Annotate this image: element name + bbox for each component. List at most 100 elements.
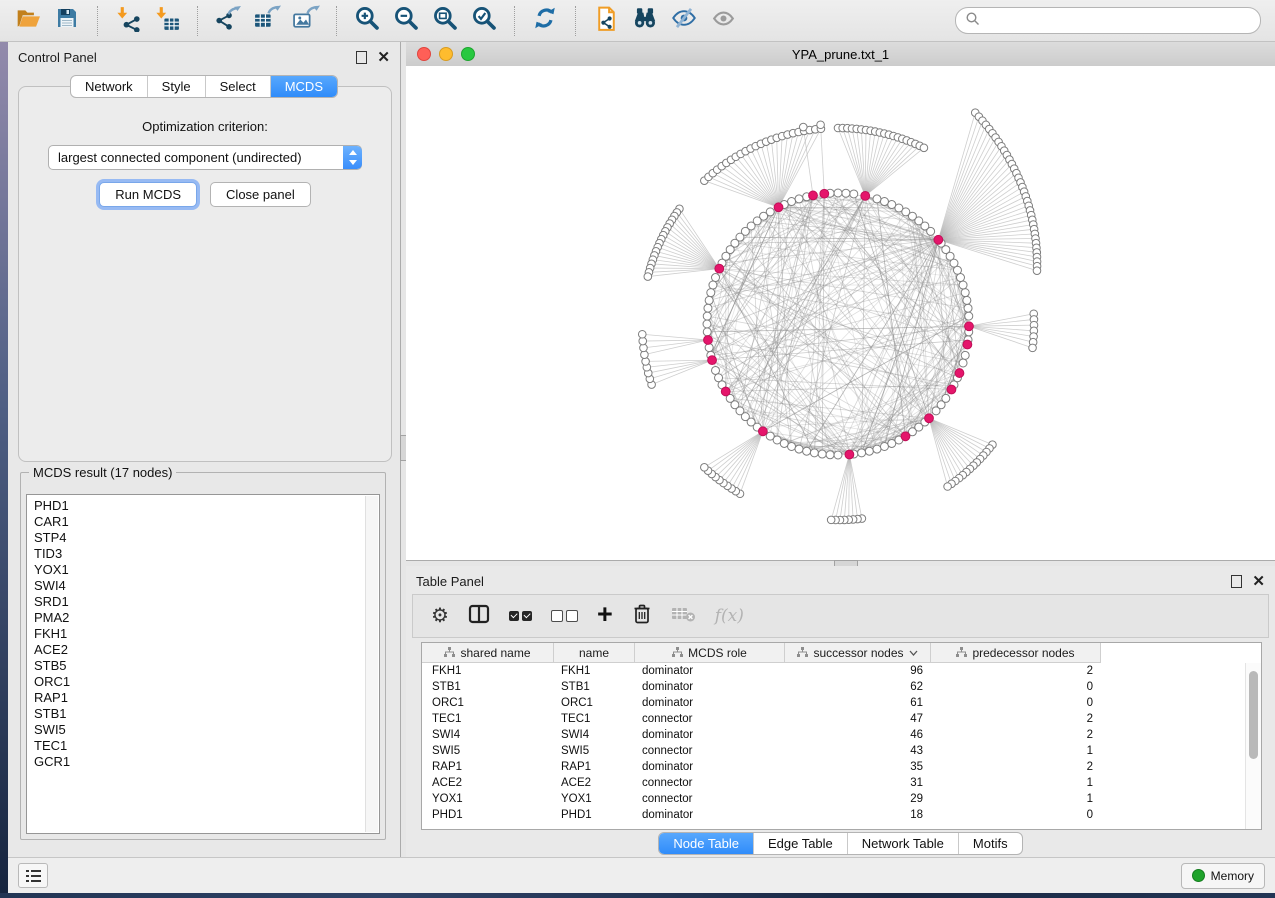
network-node[interactable] (826, 451, 834, 459)
tab-select[interactable]: Select (205, 76, 270, 97)
network-node[interactable] (873, 195, 881, 203)
mcds-node[interactable] (934, 235, 943, 244)
network-node[interactable] (942, 394, 950, 402)
network-node[interactable] (965, 312, 973, 320)
network-node[interactable] (880, 198, 888, 206)
table-row[interactable]: PHD1PHD1dominator180 (422, 807, 1261, 823)
network-node[interactable] (834, 451, 842, 459)
mcds-result-item[interactable]: STB5 (34, 658, 379, 674)
network-node[interactable] (795, 195, 803, 203)
save-session-button[interactable] (49, 4, 85, 38)
mcds-node[interactable] (925, 414, 934, 423)
delete-column-button[interactable] (632, 602, 652, 630)
network-node[interactable] (817, 121, 825, 129)
network-node[interactable] (873, 445, 881, 453)
mcds-result-item[interactable]: ACE2 (34, 642, 379, 658)
mcds-result-item[interactable]: STB1 (34, 706, 379, 722)
mcds-result-item[interactable]: SWI4 (34, 578, 379, 594)
mcds-result-item[interactable]: PMA2 (34, 610, 379, 626)
tab-network-table[interactable]: Network Table (847, 833, 958, 854)
mcds-result-item[interactable]: GCR1 (34, 754, 379, 770)
table-row[interactable]: SWI4SWI4dominator462 (422, 727, 1261, 743)
network-node[interactable] (709, 281, 717, 289)
mcds-node[interactable] (965, 322, 974, 331)
network-node[interactable] (964, 304, 972, 312)
network-node[interactable] (956, 274, 964, 282)
network-node[interactable] (880, 442, 888, 450)
table-settings-button[interactable]: ⚙ (431, 606, 449, 626)
table-scrollbar-thumb[interactable] (1249, 671, 1258, 759)
network-node[interactable] (961, 351, 969, 359)
network-node[interactable] (1033, 267, 1041, 275)
refresh-view-button[interactable] (527, 4, 563, 38)
mcds-result-item[interactable]: CAR1 (34, 514, 379, 530)
network-node[interactable] (888, 201, 896, 209)
network-node[interactable] (712, 274, 720, 282)
task-history-button[interactable] (18, 863, 48, 888)
mcds-result-item[interactable]: SWI5 (34, 722, 379, 738)
mcds-node[interactable] (820, 189, 829, 198)
mcds-result-item[interactable]: SRD1 (34, 594, 379, 610)
network-node[interactable] (959, 281, 967, 289)
clone-network-button[interactable] (588, 4, 624, 38)
mcds-result-item[interactable]: TEC1 (34, 738, 379, 754)
network-node[interactable] (827, 516, 835, 524)
mcds-node[interactable] (708, 356, 717, 365)
mcds-node[interactable] (721, 387, 730, 396)
zoom-in-button[interactable] (349, 4, 385, 38)
column-header-MCDS-role[interactable]: MCDS role (635, 643, 785, 663)
table-row[interactable]: YOX1YOX1connector291 (422, 791, 1261, 807)
network-node[interactable] (834, 189, 842, 197)
mcds-node[interactable] (774, 203, 783, 212)
network-node[interactable] (703, 328, 711, 336)
memory-button[interactable]: Memory (1181, 863, 1265, 889)
network-node[interactable] (858, 449, 866, 457)
table-row[interactable]: RAP1RAP1dominator352 (422, 759, 1261, 775)
network-node[interactable] (707, 289, 715, 297)
select-all-button[interactable] (509, 611, 532, 621)
network-node[interactable] (701, 464, 709, 472)
close-panel-icon[interactable]: ✕ (1252, 576, 1265, 587)
export-image-button[interactable] (288, 4, 324, 38)
mcds-result-item[interactable]: RAP1 (34, 690, 379, 706)
network-node[interactable] (944, 483, 952, 491)
float-panel-icon[interactable] (356, 51, 367, 64)
table-row[interactable]: SWI5SWI5connector431 (422, 743, 1261, 759)
network-node[interactable] (850, 190, 858, 198)
mcds-node[interactable] (955, 369, 964, 378)
mcds-node[interactable] (963, 340, 972, 349)
zoom-selected-button[interactable] (466, 4, 502, 38)
show-hidden-button[interactable] (705, 4, 741, 38)
search-input[interactable] (986, 12, 1251, 29)
table-row[interactable]: FKH1FKH1dominator962 (422, 663, 1261, 679)
network-node[interactable] (865, 447, 873, 455)
network-node[interactable] (705, 344, 713, 352)
table-scrollbar[interactable] (1245, 663, 1261, 829)
mcds-node[interactable] (704, 336, 713, 345)
mcds-node[interactable] (715, 264, 724, 273)
import-network-button[interactable] (110, 4, 146, 38)
zoom-fit-button[interactable] (427, 4, 463, 38)
mcds-result-item[interactable]: FKH1 (34, 626, 379, 642)
network-node[interactable] (842, 189, 850, 197)
network-node[interactable] (920, 144, 928, 152)
close-panel-icon[interactable]: ✕ (377, 52, 390, 63)
network-node[interactable] (803, 447, 811, 455)
tab-network[interactable]: Network (71, 76, 147, 97)
mcds-node[interactable] (901, 432, 910, 441)
table-row[interactable]: TEC1TEC1connector472 (422, 711, 1261, 727)
network-node[interactable] (818, 450, 826, 458)
export-network-button[interactable] (210, 4, 246, 38)
zoom-out-button[interactable] (388, 4, 424, 38)
mcds-result-item[interactable]: YOX1 (34, 562, 379, 578)
mcds-result-item[interactable]: STP4 (34, 530, 379, 546)
network-node[interactable] (788, 198, 796, 206)
table-row[interactable]: STB1STB1dominator620 (422, 679, 1261, 695)
network-node[interactable] (712, 366, 720, 374)
run-mcds-button[interactable]: Run MCDS (99, 182, 197, 207)
network-node[interactable] (961, 289, 969, 297)
network-node[interactable] (788, 442, 796, 450)
network-canvas[interactable] (406, 66, 1275, 560)
import-table-button[interactable] (149, 4, 185, 38)
tab-node-table[interactable]: Node Table (659, 833, 753, 854)
